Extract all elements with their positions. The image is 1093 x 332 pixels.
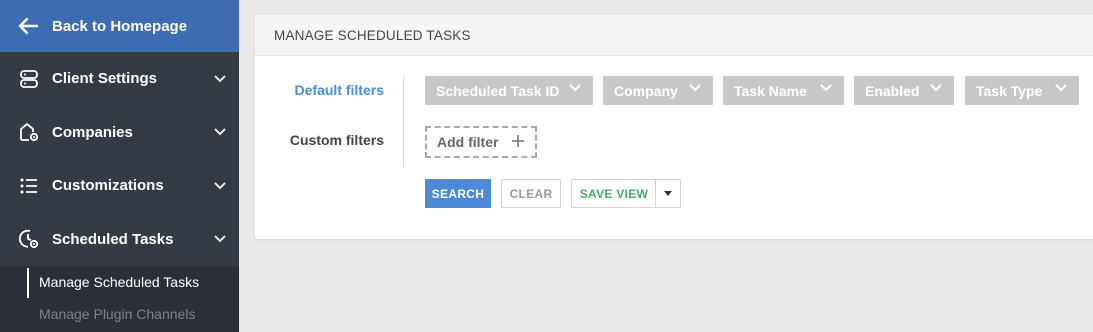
sidebar-item-label: Scheduled Tasks	[52, 230, 174, 248]
add-filter-label: Add filter	[437, 134, 499, 150]
scheduled-tasks-submenu: Manage Scheduled Tasks Manage Plugin Cha…	[0, 266, 239, 332]
save-view-dropdown-button[interactable]	[655, 179, 681, 208]
filter-task-type[interactable]: Task Type	[965, 76, 1079, 105]
arrow-left-icon	[18, 17, 38, 35]
sidebar-item-scheduled-tasks[interactable]: Scheduled Tasks	[0, 213, 239, 267]
add-filter-button[interactable]: Add filter	[425, 126, 537, 158]
chevron-down-icon	[213, 179, 227, 193]
default-filters-tab[interactable]: Default filters	[255, 82, 384, 98]
filters-divider	[403, 77, 404, 167]
filter-label: Enabled	[865, 82, 920, 99]
clear-button[interactable]: CLEAR	[501, 179, 561, 208]
save-view-button[interactable]: SAVE VIEW	[571, 179, 656, 208]
filter-enabled[interactable]: Enabled	[854, 76, 954, 105]
filter-label: Task Name	[734, 82, 807, 99]
page-title: MANAGE SCHEDULED TASKS	[255, 15, 1093, 56]
filters-card: MANAGE SCHEDULED TASKS Default filters C…	[255, 15, 1093, 239]
back-to-homepage-link[interactable]: Back to Homepage	[0, 0, 239, 52]
search-button[interactable]: SEARCH	[425, 179, 491, 208]
filter-task-name[interactable]: Task Name	[723, 76, 844, 105]
chevron-down-icon	[930, 84, 942, 92]
chevron-down-icon	[1055, 84, 1067, 92]
chevron-down-icon	[213, 232, 227, 246]
submenu-item-manage-plugin-channels[interactable]: Manage Plugin Channels	[0, 298, 239, 330]
filter-label: Task Type	[976, 82, 1043, 99]
chevron-down-icon	[213, 125, 227, 139]
submenu-item-manage-scheduled-tasks[interactable]: Manage Scheduled Tasks	[0, 266, 239, 298]
back-label: Back to Homepage	[52, 17, 188, 35]
caret-down-icon	[664, 191, 672, 196]
plus-icon	[512, 135, 524, 147]
server-icon	[18, 68, 40, 90]
custom-filters-label: Custom filters	[289, 132, 384, 148]
chevron-down-icon	[689, 84, 701, 92]
sidebar-item-label: Customizations	[52, 177, 164, 195]
building-gear-icon	[18, 121, 40, 143]
list-icon	[18, 175, 40, 197]
clock-gear-icon	[18, 228, 40, 250]
sidebar: Back to Homepage Client Settings Compani…	[0, 0, 239, 332]
filter-scheduled-task-id[interactable]: Scheduled Task ID	[425, 76, 593, 105]
filter-label: Scheduled Task ID	[436, 82, 560, 99]
filter-label: Company	[614, 82, 678, 99]
sidebar-item-customizations[interactable]: Customizations	[0, 159, 239, 213]
sidebar-item-label: Client Settings	[52, 70, 158, 88]
sidebar-item-companies[interactable]: Companies	[0, 106, 239, 160]
chevron-down-icon	[213, 72, 227, 86]
chevron-down-icon	[569, 84, 581, 92]
chevron-down-icon	[820, 84, 832, 92]
sidebar-item-client-settings[interactable]: Client Settings	[0, 52, 239, 106]
filter-company[interactable]: Company	[603, 76, 713, 105]
sidebar-item-label: Companies	[52, 123, 133, 141]
